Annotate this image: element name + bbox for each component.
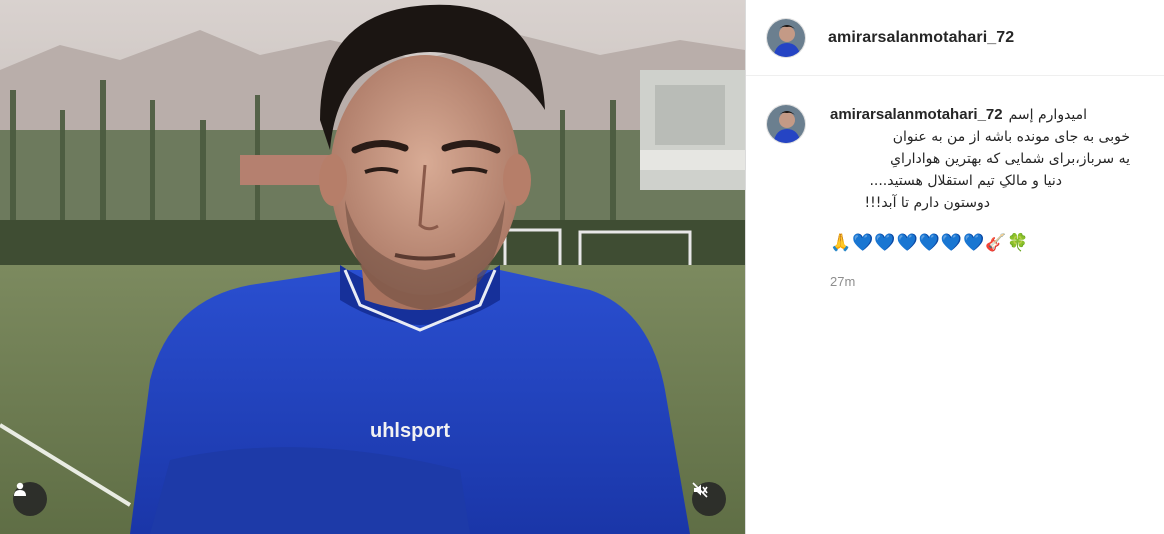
caption-first-line: amirarsalanmotahari_72 امیدوارم إسم (830, 104, 1156, 126)
caption-comment: amirarsalanmotahari_72 امیدوارم إسم خوبی … (766, 104, 1156, 289)
blue-heart-emoji: 💙 (896, 233, 919, 252)
guitar-emoji: 🎸 (985, 233, 1008, 252)
blue-heart-emoji: 💙 (874, 233, 897, 252)
caption-text-line: دنیا و مالکِ تیم استقلال هستید.... (869, 173, 1062, 189)
caption-text-line: خوبی به جای مونده باشه از من به عنوان (892, 129, 1130, 145)
caption-username-link[interactable]: amirarsalanmotahari_72 (830, 106, 1003, 123)
post-video[interactable]: uhlsport (0, 0, 745, 534)
caption-text-line: یه سرباز،برای شمایی که بهترین هوادارایِ (890, 151, 1130, 167)
blue-heart-emoji: 💙 (852, 233, 875, 252)
clover-emoji: 🍀 (1007, 233, 1030, 252)
person-icon (14, 482, 26, 496)
folded-hands-emoji: 🙏 (830, 233, 853, 252)
speaker-muted-icon (692, 482, 708, 498)
post-sidebar: amirarsalanmotahari_72 amirarsalanmotaha… (746, 0, 1164, 534)
caption-text-line: امیدوارم إسم (1008, 107, 1088, 123)
avatar[interactable] (766, 104, 806, 144)
caption-body: amirarsalanmotahari_72 امیدوارم إسم خوبی … (830, 104, 1156, 289)
blue-heart-emoji: 💙 (963, 233, 986, 252)
avatar-image (767, 18, 805, 57)
mute-button[interactable] (692, 482, 726, 516)
tag-button[interactable] (13, 482, 47, 516)
caption-emoji-row: 🙏💙💙💙💙💙💙🎸🍀 (830, 232, 1156, 254)
post-header: amirarsalanmotahari_72 (746, 0, 1164, 76)
post-timestamp[interactable]: 27m (830, 274, 1156, 289)
blue-heart-emoji: 💙 (918, 233, 941, 252)
blue-heart-emoji: 💙 (940, 233, 964, 252)
avatar-image (767, 105, 805, 143)
username-link[interactable]: amirarsalanmotahari_72 (828, 29, 1014, 47)
avatar[interactable] (766, 17, 806, 58)
shirt-logo: uhlsport (370, 420, 450, 442)
caption-text-line: دوستون دارم تا آبد!!! (864, 195, 990, 211)
video-frame: uhlsport (0, 0, 745, 534)
